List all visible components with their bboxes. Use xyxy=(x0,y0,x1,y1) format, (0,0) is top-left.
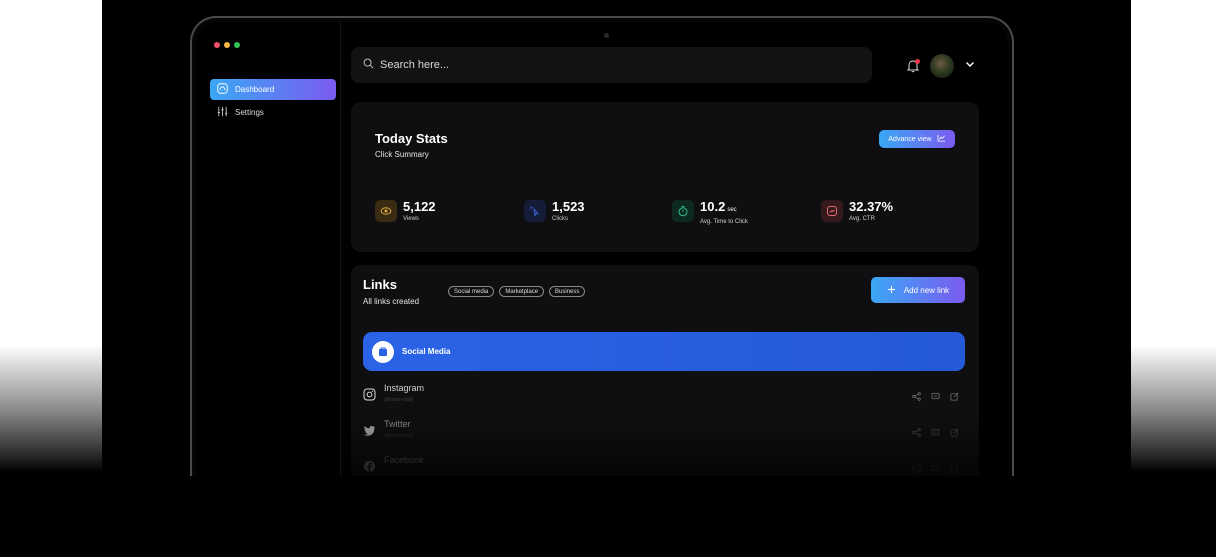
header-actions xyxy=(906,54,976,78)
twitter-icon xyxy=(363,424,376,442)
sidebar-item-label: Dashboard xyxy=(235,85,275,94)
link-filter-tags: Social media Marketplace Business xyxy=(448,286,586,297)
list-item[interactable]: Instagram @karen-daily xyxy=(363,383,965,413)
links-title: Links xyxy=(363,277,397,292)
share-icon[interactable] xyxy=(912,388,921,406)
edit-icon[interactable] xyxy=(950,424,959,442)
stat-clicks: 1,523 Clicks xyxy=(524,200,585,222)
sliders-icon xyxy=(217,106,228,119)
today-stats-card: Today Stats Click Summary Advance view 5… xyxy=(351,102,979,252)
ctr-icon xyxy=(821,200,843,222)
row-actions xyxy=(912,460,959,476)
link-handle: @karen-daily xyxy=(384,433,414,439)
search-bar[interactable]: Search here... xyxy=(351,47,872,83)
cursor-click-icon xyxy=(524,200,546,222)
add-new-link-label: Add new link xyxy=(903,285,950,295)
dashboard-icon xyxy=(217,83,228,96)
notification-dot xyxy=(915,59,920,64)
stat-value: 1,523 xyxy=(552,199,585,214)
edit-icon[interactable] xyxy=(950,388,959,406)
stat-avg-time: 10.2 sec Avg. Time to Click xyxy=(672,200,748,225)
stat-ctr: 32.37% Avg. CTR xyxy=(821,200,893,222)
bell-icon[interactable] xyxy=(906,59,920,73)
search-icon xyxy=(363,58,374,72)
timer-icon xyxy=(672,200,694,222)
share-icon[interactable] xyxy=(912,460,921,476)
backdrop-right xyxy=(1131,0,1216,557)
tag-social-media[interactable]: Social media xyxy=(448,286,495,297)
sidebar-item-settings[interactable]: Settings xyxy=(210,102,336,123)
stat-value: 5,122 xyxy=(403,199,436,214)
link-handle: @karen-daily xyxy=(384,397,414,403)
avatar[interactable] xyxy=(930,54,954,78)
stats-title: Today Stats xyxy=(375,131,448,146)
sidebar-item-dashboard[interactable]: Dashboard xyxy=(210,79,336,100)
category-social-media[interactable]: Social Media xyxy=(363,332,965,371)
comment-icon[interactable] xyxy=(931,388,940,406)
link-name: Instagram xyxy=(384,383,425,393)
share-icon[interactable] xyxy=(912,424,921,442)
camera-icon xyxy=(604,33,609,38)
comment-icon[interactable] xyxy=(931,460,940,476)
facebook-icon xyxy=(363,460,376,476)
row-actions xyxy=(912,424,959,442)
advance-view-button[interactable]: Advance view xyxy=(879,130,955,148)
links-card: Links All links created Social media Mar… xyxy=(351,265,979,476)
sidebar: Dashboard Settings xyxy=(196,22,341,476)
app-window: Dashboard Settings Search here... Today … xyxy=(196,22,1008,476)
search-input[interactable]: Search here... xyxy=(380,59,449,71)
plus-icon xyxy=(887,285,896,296)
add-new-link-button[interactable]: Add new link xyxy=(871,277,965,303)
advance-view-label: Advance view xyxy=(888,135,932,143)
stat-value: 10.2 sec xyxy=(700,199,737,214)
tag-business[interactable]: Business xyxy=(549,286,586,297)
links-subtitle: All links created xyxy=(363,297,420,306)
comment-icon[interactable] xyxy=(931,424,940,442)
stat-value: 32.37% xyxy=(849,199,894,214)
eye-icon xyxy=(375,200,397,222)
stat-label: Avg. CTR xyxy=(849,216,875,222)
sidebar-item-label: Settings xyxy=(235,108,264,117)
category-label: Social Media xyxy=(402,347,451,356)
chevron-down-icon[interactable] xyxy=(964,57,976,75)
link-name: Twitter xyxy=(384,419,411,429)
laptop-frame: Dashboard Settings Search here... Today … xyxy=(190,16,1014,476)
link-name: Facebook xyxy=(384,455,424,465)
stats-subtitle: Click Summary xyxy=(375,150,429,159)
stat-label: Clicks xyxy=(552,216,568,222)
tag-marketplace[interactable]: Marketplace xyxy=(499,286,545,297)
trend-chart-icon xyxy=(937,134,946,144)
instagram-icon xyxy=(363,388,376,406)
stat-views: 5,122 Views xyxy=(375,200,436,222)
list-item[interactable]: Twitter @karen-daily xyxy=(363,419,965,449)
social-media-icon xyxy=(372,340,394,363)
list-item[interactable]: Facebook xyxy=(363,455,965,476)
stat-unit: sec xyxy=(727,207,737,213)
row-actions xyxy=(912,388,959,406)
stat-label: Views xyxy=(403,216,419,222)
edit-icon[interactable] xyxy=(950,460,959,476)
backdrop-left xyxy=(0,0,102,557)
stat-label: Avg. Time to Click xyxy=(700,219,748,225)
